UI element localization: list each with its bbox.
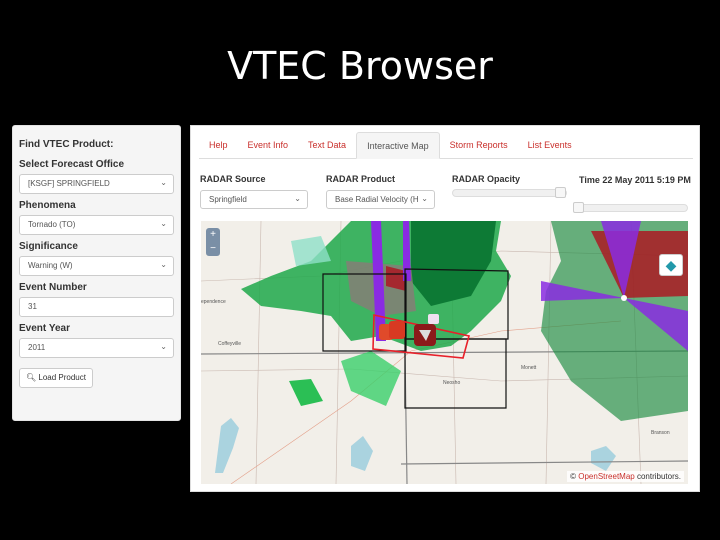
radar-product-control: RADAR Product Base Radial Velocity (H ⌄: [326, 174, 435, 215]
chevron-down-icon: ⌄: [160, 219, 167, 228]
svg-text:Neosho: Neosho: [443, 380, 460, 386]
zoom-out-button[interactable]: −: [206, 242, 220, 256]
lakes: [215, 418, 616, 473]
layer-switcher-button[interactable]: ◆: [659, 254, 683, 276]
radar-source-control: RADAR Source Springfield ⌄: [200, 174, 308, 215]
report-marker[interactable]: [428, 314, 439, 324]
radar-echoes: [241, 221, 688, 421]
svg-text:Branson: Branson: [651, 430, 670, 436]
main-panel: Help Event Info Text Data Interactive Ma…: [190, 125, 700, 492]
chevron-down-icon: ⌄: [160, 178, 167, 187]
tab-interactive-map[interactable]: Interactive Map: [356, 132, 440, 159]
radar-opacity-label: RADAR Opacity: [452, 174, 521, 184]
zoom-control: + −: [206, 228, 220, 256]
svg-text:Coffeyville: Coffeyville: [218, 341, 241, 347]
event-number-label: Event Number: [19, 282, 87, 293]
slider-handle[interactable]: [555, 187, 566, 198]
tab-storm-reports[interactable]: Storm Reports: [440, 132, 518, 158]
chevron-down-icon: ⌄: [160, 342, 167, 351]
panel-heading: Find VTEC Product:: [19, 139, 114, 150]
openstreetmap-link[interactable]: OpenStreetMap: [578, 472, 634, 481]
event-number-value: 31: [28, 302, 37, 311]
map-canvas[interactable]: ependence Coffeyville Neosho Monett Bran…: [201, 221, 688, 484]
chevron-down-icon: ⌄: [294, 194, 301, 203]
svg-text:ependence: ependence: [201, 299, 226, 305]
tab-text-data[interactable]: Text Data: [298, 132, 356, 158]
load-product-button[interactable]: 🔍︎ Load Product: [19, 368, 93, 388]
chevron-down-icon: ⌄: [160, 260, 167, 269]
event-number-input[interactable]: 31: [19, 297, 174, 317]
load-product-label: Load Product: [38, 373, 86, 382]
search-icon: 🔍︎: [26, 373, 37, 382]
radar-opacity-control: RADAR Opacity: [452, 174, 567, 184]
radar-site: [621, 295, 627, 301]
tab-bar: Help Event Info Text Data Interactive Ma…: [199, 132, 693, 159]
event-year-select[interactable]: 2011 ⌄: [19, 338, 174, 358]
interactive-map[interactable]: ependence Coffeyville Neosho Monett Bran…: [201, 221, 688, 484]
radar-product-value: Base Radial Velocity (H: [335, 195, 419, 204]
layers-icon: ◆: [665, 257, 677, 273]
radar-source-label: RADAR Source: [200, 174, 266, 184]
chevron-down-icon: ⌄: [421, 194, 428, 203]
radar-opacity-slider[interactable]: [452, 187, 567, 198]
significance-select[interactable]: Warning (W) ⌄: [19, 256, 174, 276]
slide-title: VTEC Browser: [227, 44, 493, 88]
svg-text:Monett: Monett: [521, 365, 537, 371]
phenomena-select[interactable]: Tornado (TO) ⌄: [19, 215, 174, 235]
radar-source-select[interactable]: Springfield ⌄: [200, 190, 308, 209]
tab-help[interactable]: Help: [199, 132, 238, 158]
zoom-in-button[interactable]: +: [206, 228, 220, 242]
event-year-value: 2011: [28, 343, 46, 352]
tab-event-info[interactable]: Event Info: [238, 132, 299, 158]
phenomena-value: Tornado (TO): [28, 220, 76, 229]
slider-handle[interactable]: [573, 202, 584, 213]
radar-source-value: Springfield: [209, 195, 247, 204]
attribution-suffix: contributors.: [636, 472, 681, 481]
time-control: Time 22 May 2011 5:19 PM: [579, 174, 691, 187]
radar-product-label: RADAR Product: [326, 174, 395, 184]
office-label: Select Forecast Office: [19, 159, 125, 170]
office-select[interactable]: [KSGF] SPRINGFIELD ⌄: [19, 174, 174, 194]
copyright-symbol: ©: [570, 472, 577, 481]
find-vtec-panel: Find VTEC Product: Select Forecast Offic…: [12, 125, 181, 421]
report-marker[interactable]: [389, 321, 405, 339]
tab-list-events[interactable]: List Events: [518, 132, 582, 158]
state-line: [400, 460, 688, 465]
time-slider[interactable]: [573, 202, 688, 213]
phenomena-label: Phenomena: [19, 200, 76, 211]
significance-value: Warning (W): [28, 261, 73, 270]
significance-label: Significance: [19, 241, 78, 252]
time-label: Time 22 May 2011 5:19 PM: [579, 175, 691, 185]
radar-product-select[interactable]: Base Radial Velocity (H ⌄: [326, 190, 435, 209]
event-year-label: Event Year: [19, 323, 70, 334]
map-attribution: © OpenStreetMap contributors.: [567, 471, 684, 482]
office-value: [KSGF] SPRINGFIELD: [28, 179, 110, 188]
